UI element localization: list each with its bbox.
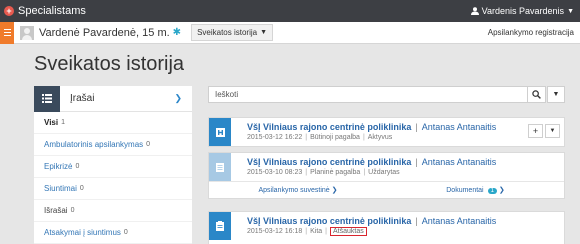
record-filter-discharges[interactable]: Išrašai 0 — [34, 200, 192, 222]
chevron-down-icon[interactable]: ❯ — [174, 93, 182, 104]
doctor-link[interactable]: Antanas Antanaitis — [422, 216, 497, 226]
documents-label: Dokumentai — [446, 187, 484, 194]
chevron-down-icon: ▼ — [552, 91, 560, 98]
user-name: Vardenis Pavardenis — [481, 6, 565, 16]
avatar — [20, 25, 34, 40]
record-filter-referral-responses[interactable]: Atsakymai į siuntimus 0 — [34, 222, 192, 244]
search-button[interactable] — [527, 87, 545, 102]
visit-type: Būtinoji pagalba — [310, 134, 360, 141]
documents-count-badge: 1 — [487, 188, 497, 194]
visit-meta: 2015-03-12 16:18 | Kita | Atšauktas — [247, 227, 496, 236]
user-icon — [470, 7, 479, 15]
record-filter-count: 0 — [146, 141, 151, 148]
visit-summary-link[interactable]: Apsilankymo suvestinė ❯ — [209, 186, 387, 194]
doctor-link[interactable]: Antanas Antanaitis — [422, 122, 497, 132]
user-menu[interactable]: Vardenis Pavardenis ▼ — [470, 6, 574, 16]
record-filter-count: 0 — [70, 207, 75, 214]
record-filter-count: 0 — [75, 163, 80, 170]
institution-link[interactable]: VšĮ Vilniaus rajono centrinė poliklinika — [247, 157, 411, 167]
visit-title: VšĮ Vilniaus rajono centrinė poliklinika… — [247, 216, 497, 226]
record-filter-label: Ambulatorinis apsilankymas — [44, 140, 144, 149]
page-title: Sveikatos istorija — [34, 53, 185, 75]
record-filter-count: 0 — [79, 185, 84, 192]
chevron-right-icon: ❯ — [498, 187, 505, 194]
record-filter-label: Epikrizė — [44, 162, 73, 171]
visit-status: Aktyvus — [367, 134, 393, 141]
visit-meta: 2015-03-12 16:22 | Būtinoji pagalba | Aktyvu… — [247, 134, 393, 141]
visit-type: Planinė pagalba — [310, 169, 361, 176]
institution-link[interactable]: VšĮ Vilniaus rajono centrinė poliklinika — [247, 122, 411, 132]
visit-status: Uždarytas — [368, 169, 400, 176]
list-icon — [34, 85, 60, 112]
clipboard-icon — [209, 212, 231, 240]
patient-name: Vardenė Pavardenė, 15 m. — [39, 26, 170, 39]
visit-title: VšĮ Vilniaus rajono centrinė poliklinika… — [247, 157, 497, 167]
brand[interactable]: + Specialistams — [4, 5, 86, 17]
visit-datetime: 2015-03-10 08:23 — [247, 169, 303, 176]
records-panel-header[interactable]: Įrašai ❯ — [34, 85, 192, 112]
documents-link[interactable]: Dokumentai 1 ❯ — [387, 186, 564, 194]
search-input[interactable] — [209, 87, 527, 102]
visit-registration-link[interactable]: Apsilankymo registracija — [488, 28, 574, 37]
record-filter-referrals[interactable]: Siuntimai 0 — [34, 178, 192, 200]
brand-name: Specialistams — [18, 5, 86, 17]
hospital-icon — [209, 118, 231, 146]
record-filter-label: Siuntimai — [44, 184, 77, 193]
chevron-down-icon: ▼ — [549, 128, 556, 134]
doctor-link[interactable]: Antanas Antanaitis — [422, 157, 497, 167]
search-box — [208, 86, 546, 103]
record-filter-all[interactable]: Visi 1 — [34, 112, 192, 134]
search-icon — [532, 90, 541, 99]
document-icon — [209, 153, 231, 181]
chevron-right-icon: ❯ — [331, 187, 338, 194]
visit-summary-label: Apsilankymo suvestinė — [258, 187, 330, 194]
section-dropdown-label: Sveikatos istorija — [197, 28, 258, 37]
record-filter-count: 0 — [123, 229, 128, 236]
record-filter-count: 1 — [61, 119, 65, 126]
visit-card[interactable]: VšĮ Vilniaus rajono centrinė poliklinika… — [208, 211, 565, 244]
record-filter-epicrisis[interactable]: Epikrizė 0 — [34, 156, 192, 178]
visit-actions: + ▼ — [528, 124, 560, 138]
records-panel-title: Įrašai — [70, 93, 95, 104]
visit-footer: Apsilankymo suvestinė ❯ Dokumentai 1 ❯ — [209, 181, 564, 198]
visit-datetime: 2015-03-12 16:22 — [247, 134, 303, 141]
record-filter-label: Visi — [44, 118, 59, 127]
record-filter-ambulatory[interactable]: Ambulatorinis apsilankymas 0 — [34, 134, 192, 156]
visit-type: Kita — [310, 228, 323, 235]
visit-card[interactable]: VšĮ Vilniaus rajono centrinė poliklinika… — [208, 152, 565, 199]
chevron-down-icon: ▼ — [260, 29, 268, 36]
medical-cross-icon: + — [4, 6, 14, 16]
visit-title: VšĮ Vilniaus rajono centrinė poliklinika… — [247, 122, 497, 132]
add-button[interactable]: + — [528, 124, 543, 138]
records-panel: Įrašai ❯ Visi 1 Ambulatorinis apsilankym… — [34, 85, 192, 244]
record-filter-label: Išrašai — [44, 206, 68, 215]
visit-meta: 2015-03-10 08:23 | Planinė pagalba | Uždaryt… — [247, 169, 400, 176]
search-options-button[interactable]: ▼ — [547, 86, 565, 103]
hamburger-icon[interactable] — [0, 21, 14, 44]
institution-link[interactable]: VšĮ Vilniaus rajono centrinė poliklinika — [247, 216, 411, 226]
top-navbar: + Specialistams Vardenis Pavardenis ▼ — [0, 0, 580, 22]
chevron-down-icon: ▼ — [567, 7, 574, 15]
visit-status: Atšauktas — [330, 227, 367, 236]
section-dropdown[interactable]: Sveikatos istorija ▼ — [191, 24, 274, 41]
record-filter-label: Atsakymai į siuntimus — [44, 228, 121, 237]
visit-card[interactable]: VšĮ Vilniaus rajono centrinė poliklinika… — [208, 117, 565, 147]
patient-bar: Vardenė Pavardenė, 15 m. ✱ Sveikatos ist… — [0, 21, 580, 44]
visit-datetime: 2015-03-12 16:18 — [247, 228, 303, 235]
star-icon[interactable]: ✱ — [173, 27, 181, 38]
more-actions-button[interactable]: ▼ — [545, 124, 560, 138]
plus-icon: + — [532, 126, 539, 136]
